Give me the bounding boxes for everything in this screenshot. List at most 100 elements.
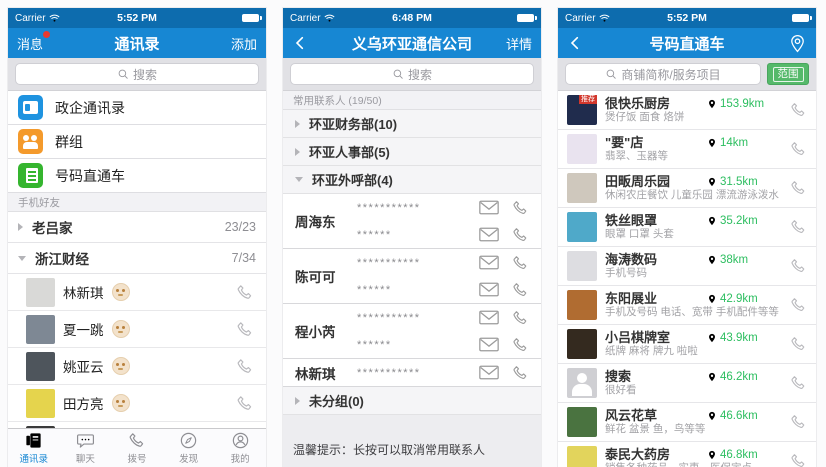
shop-distance: 35.2km <box>707 215 781 227</box>
search-input[interactable]: 搜索 <box>15 63 259 85</box>
tab-contacts[interactable]: 通讯录 <box>8 429 60 467</box>
dept-row-ungrouped[interactable]: 未分组(0) <box>283 387 541 415</box>
call-button[interactable] <box>789 296 807 314</box>
shop-name: 铁丝眼罩 <box>605 213 707 228</box>
tab-discover[interactable]: 发现 <box>163 429 215 467</box>
group-count: 23/23 <box>225 220 256 234</box>
shop-name: 风云花草 <box>605 408 707 423</box>
shop-row[interactable]: 东阳展业 42.9km 手机及号码 电话、宽带 手机配件等等 <box>558 286 816 325</box>
shop-info: 很快乐厨房 153.9km 煲仔饭 面食 烙饼 <box>605 96 781 124</box>
tab-label: 发现 <box>179 451 198 465</box>
search-placeholder: 搜索 <box>133 66 157 83</box>
shop-row[interactable]: 泰民大药房 46.8km 销售各种药品，实惠，医保定点 <box>558 442 816 467</box>
chevron-left-icon <box>567 35 583 51</box>
shop-info: 搜索 46.2km 很好看 <box>605 369 781 397</box>
send-message-button[interactable] <box>479 337 499 352</box>
call-button[interactable] <box>235 357 254 376</box>
dept-row-finance[interactable]: 环亚财务部(10) <box>283 110 541 138</box>
group-row-expanded[interactable]: 浙江财经 7/34 <box>8 243 266 274</box>
distance-pin-icon <box>707 411 717 421</box>
call-button[interactable] <box>789 140 807 158</box>
menu-label: 政企通讯录 <box>55 98 125 118</box>
phone-icon <box>235 320 254 339</box>
call-button[interactable] <box>789 101 807 119</box>
map-button[interactable] <box>788 34 807 53</box>
shop-row[interactable]: 铁丝眼罩 35.2km 眼罩 口罩 头套 <box>558 208 816 247</box>
call-button[interactable] <box>511 336 529 354</box>
add-button[interactable]: 添加 <box>231 34 257 53</box>
phone-icon <box>789 452 807 467</box>
details-button[interactable]: 详情 <box>506 34 532 53</box>
call-button[interactable] <box>789 413 807 431</box>
tab-dial[interactable]: 拨号 <box>111 429 163 467</box>
call-button[interactable] <box>789 335 807 353</box>
call-button[interactable] <box>235 320 254 339</box>
dept-name: 环亚外呼部(4) <box>312 170 393 189</box>
call-button[interactable] <box>511 309 529 327</box>
shop-row[interactable]: 小吕棋牌室 43.9km 纸牌 麻将 牌九 啦啦 <box>558 325 816 364</box>
send-message-button[interactable] <box>479 200 499 215</box>
tab-bar: 通讯录 聊天 拨号 发现 我的 <box>8 428 266 467</box>
send-message-button[interactable] <box>479 282 499 297</box>
call-button[interactable] <box>235 283 254 302</box>
group-name: 老吕家 <box>32 217 73 237</box>
dept-row-outbound[interactable]: 环亚外呼部(4) <box>283 166 541 194</box>
back-button[interactable] <box>567 35 583 51</box>
dept-row-hr[interactable]: 环亚人事部(5) <box>283 138 541 166</box>
shop-search-input[interactable]: 商铺简称/服务项目 <box>565 63 761 85</box>
call-button[interactable] <box>789 374 807 392</box>
menu-item-groups[interactable]: 群组 <box>8 125 266 159</box>
send-message-button[interactable] <box>479 365 499 380</box>
dept-contact-row[interactable]: 周海东 *********** *** <box>283 194 541 249</box>
call-button[interactable] <box>789 218 807 236</box>
shop-row[interactable]: 搜索 46.2km 很好看 <box>558 364 816 403</box>
contact-row[interactable]: 林新琪 <box>8 274 266 311</box>
shop-row[interactable]: 风云花草 46.6km 鲜花 盆景 鱼，鸟等等 <box>558 403 816 442</box>
send-message-button[interactable] <box>479 310 499 325</box>
shop-row[interactable]: "要"店 14km 翡翠、玉器等 <box>558 130 816 169</box>
shop-row[interactable]: 田畈周乐园 31.5km 休闲农庄餐饮 儿童乐园 漂流游泳泼水 <box>558 169 816 208</box>
contact-row[interactable]: 夏一跳 <box>8 311 266 348</box>
back-button[interactable] <box>292 35 308 51</box>
contact-row[interactable]: 田方亮 <box>8 385 266 422</box>
search-input[interactable]: 搜索 <box>290 63 534 85</box>
shop-info: 海涛数码 38km 手机号码 <box>605 252 781 280</box>
send-message-button[interactable] <box>479 227 499 242</box>
call-button[interactable] <box>511 199 529 217</box>
group-row-collapsed[interactable]: 老吕家 23/23 <box>8 212 266 243</box>
distance-value: 46.6km <box>720 410 758 422</box>
dept-contact-row[interactable]: 林新琪 *********** <box>283 359 541 387</box>
menu-item-number-express[interactable]: 号码直通车 <box>8 159 266 193</box>
menu-item-gov-contacts[interactable]: 政企通讯录 <box>8 91 266 125</box>
page-title: 通讯录 <box>61 33 213 54</box>
dept-contact-row[interactable]: 陈可可 *********** *** <box>283 249 541 304</box>
contacts-book-icon <box>24 431 43 450</box>
call-button[interactable] <box>511 364 529 382</box>
distance-pin-icon <box>707 372 717 382</box>
dept-contact-row[interactable]: 程小芮 *********** *** <box>283 304 541 359</box>
shop-distance: 46.8km <box>707 449 781 461</box>
pet-badge-icon <box>112 320 130 338</box>
tab-chat[interactable]: 聊天 <box>60 429 112 467</box>
shop-row[interactable]: 推荐 很快乐厨房 153.9km 煲仔饭 面食 烙饼 <box>558 91 816 130</box>
nav-bar: 消息 通讯录 添加 <box>8 28 266 58</box>
contact-avatar <box>26 389 55 418</box>
call-button[interactable] <box>789 257 807 275</box>
contact-row[interactable]: 姚亚云 <box>8 348 266 385</box>
call-button[interactable] <box>789 179 807 197</box>
contacts-panel: Carrier 5:52 PM 消息 通讯录 添加 搜索 政企通讯录 群组 号码… <box>8 8 266 467</box>
masked-number: ****** <box>357 229 467 241</box>
shop-services: 手机及号码 电话、宽带 手机配件等等 <box>605 306 781 319</box>
shop-row[interactable]: 海涛数码 38km 手机号码 <box>558 247 816 286</box>
call-button[interactable] <box>511 281 529 299</box>
tab-me[interactable]: 我的 <box>214 429 266 467</box>
call-button[interactable] <box>511 226 529 244</box>
phone-icon <box>789 101 807 119</box>
contact-avatar <box>26 352 55 381</box>
call-button[interactable] <box>511 254 529 272</box>
send-message-button[interactable] <box>479 255 499 270</box>
call-button[interactable] <box>789 452 807 467</box>
call-button[interactable] <box>235 394 254 413</box>
range-button[interactable]: 范围 <box>767 63 809 85</box>
messages-button[interactable]: 消息 <box>17 34 43 53</box>
